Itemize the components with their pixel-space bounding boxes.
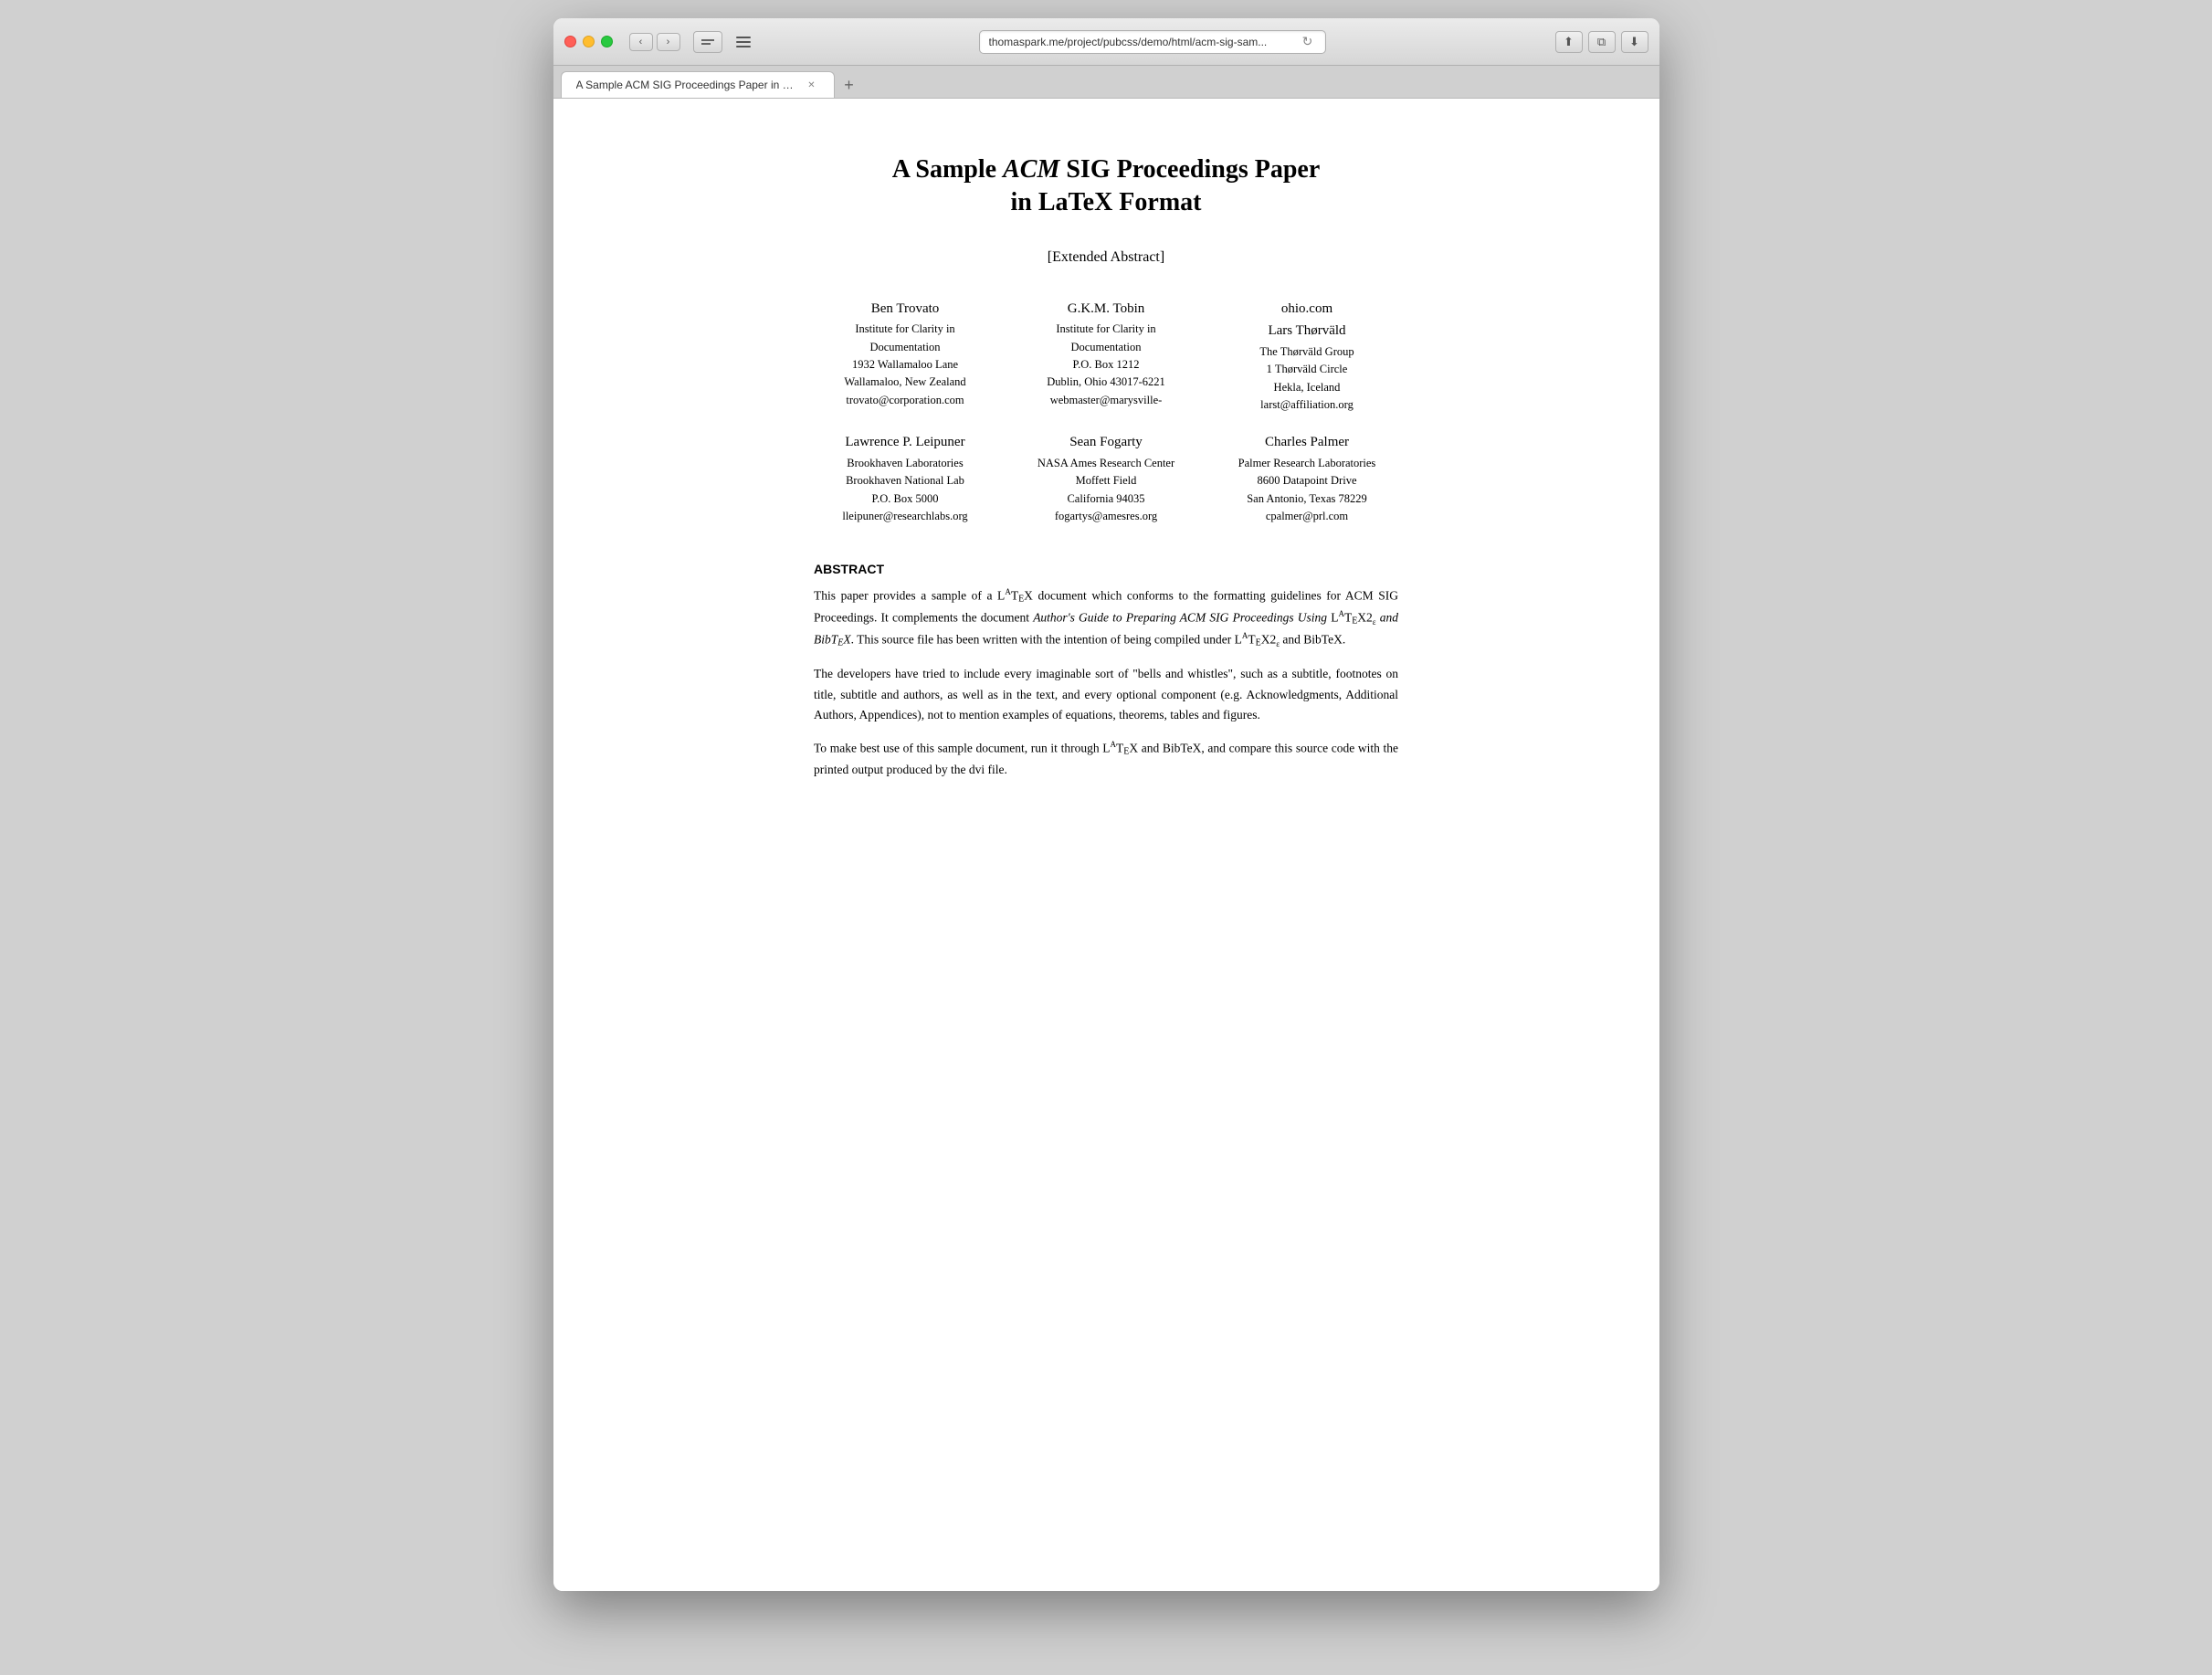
author-block-1: Ben Trovato Institute for Clarity inDocu… (814, 299, 996, 415)
author-affiliation-2: Institute for Clarity inDocumentation P.… (1015, 321, 1197, 409)
author-block-4: Lawrence P. Leipuner Brookhaven Laborato… (814, 432, 996, 525)
titlebar: ‹ › thomaspark.me/project/pubcss/demo/ht… (553, 18, 1659, 66)
abstract-paragraph-1: This paper provides a sample of a LATEX … (814, 585, 1398, 651)
title-text-2: SIG Proceedings Paper (1059, 155, 1320, 184)
author-name-4: Lawrence P. Leipuner (814, 432, 996, 453)
author-block-2: G.K.M. Tobin Institute for Clarity inDoc… (1015, 299, 1197, 415)
abstract-paragraph-2: The developers have tried to include eve… (814, 664, 1398, 725)
author-block-6: Charles Palmer Palmer Research Laborator… (1216, 432, 1398, 525)
new-tab-button[interactable]: + (838, 74, 860, 96)
url-bar-container: thomaspark.me/project/pubcss/demo/html/a… (764, 30, 1541, 54)
maximize-button[interactable] (601, 36, 613, 47)
title-acm: ACM (1003, 155, 1059, 184)
author-name-2: G.K.M. Tobin (1015, 299, 1197, 320)
author-affiliation-1: Institute for Clarity inDocumentation 19… (814, 321, 996, 409)
toolbar-actions: ⬆ ⧉ ⬇ (1555, 31, 1648, 53)
abstract-title: ABSTRACT (814, 562, 1398, 576)
browser-window: ‹ › thomaspark.me/project/pubcss/demo/ht… (553, 18, 1659, 1591)
author-block-3: ohio.com Lars Thørväld The Thørväld Grou… (1216, 299, 1398, 415)
author-name-5: Sean Fogarty (1015, 432, 1197, 453)
title-line2: in LaTeX Format (1011, 188, 1202, 216)
tab-label: A Sample ACM SIG Proceedings Paper in La… (576, 79, 797, 91)
extended-abstract: [Extended Abstract] (814, 249, 1398, 266)
author-name-ohio: ohio.com (1216, 299, 1398, 320)
title-text-1: A Sample (892, 155, 1003, 184)
author-affiliation-3: The Thørväld Group 1 Thørväld Circle Hek… (1216, 343, 1398, 415)
download-button[interactable]: ⬇ (1621, 31, 1648, 53)
paper-content: A Sample ACM SIG Proceedings Paper in La… (795, 99, 1417, 866)
minimize-button[interactable] (583, 36, 595, 47)
active-tab[interactable]: A Sample ACM SIG Proceedings Paper in La… (561, 71, 835, 98)
author-affiliation-4: Brookhaven Laboratories Brookhaven Natio… (814, 455, 996, 526)
reload-button[interactable]: ↻ (1300, 34, 1316, 50)
extended-abstract-text: [Extended Abstract] (1048, 249, 1164, 265)
traffic-lights (564, 36, 613, 47)
author-affiliation-5: NASA Ames Research Center Moffett Field … (1015, 455, 1197, 526)
author-name-1: Ben Trovato (814, 299, 996, 320)
forward-button[interactable]: › (657, 33, 680, 51)
abstract-paragraph-3: To make best use of this sample document… (814, 738, 1398, 780)
browser-content[interactable]: A Sample ACM SIG Proceedings Paper in La… (553, 99, 1659, 1591)
close-button[interactable] (564, 36, 576, 47)
paper-title: A Sample ACM SIG Proceedings Paper in La… (814, 153, 1398, 220)
duplicate-button[interactable]: ⧉ (1588, 31, 1616, 53)
authors-grid: Ben Trovato Institute for Clarity inDocu… (814, 299, 1398, 526)
nav-buttons: ‹ › (629, 33, 680, 51)
abstract-section: ABSTRACT This paper provides a sample of… (814, 562, 1398, 780)
tab-bar: A Sample ACM SIG Proceedings Paper in La… (553, 66, 1659, 99)
author-name-3: Lars Thørväld (1216, 321, 1398, 342)
menu-button[interactable] (730, 31, 757, 53)
sidebar-icon (701, 39, 714, 45)
back-button[interactable]: ‹ (629, 33, 653, 51)
sidebar-toggle-button[interactable] (693, 31, 722, 53)
author-block-5: Sean Fogarty NASA Ames Research Center M… (1015, 432, 1197, 525)
share-button[interactable]: ⬆ (1555, 31, 1583, 53)
author-affiliation-6: Palmer Research Laboratories 8600 Datapo… (1216, 455, 1398, 526)
tab-close-button[interactable]: ✕ (805, 78, 819, 92)
author-name-6: Charles Palmer (1216, 432, 1398, 453)
url-text: thomaspark.me/project/pubcss/demo/html/a… (989, 36, 1300, 48)
url-bar[interactable]: thomaspark.me/project/pubcss/demo/html/a… (979, 30, 1326, 54)
